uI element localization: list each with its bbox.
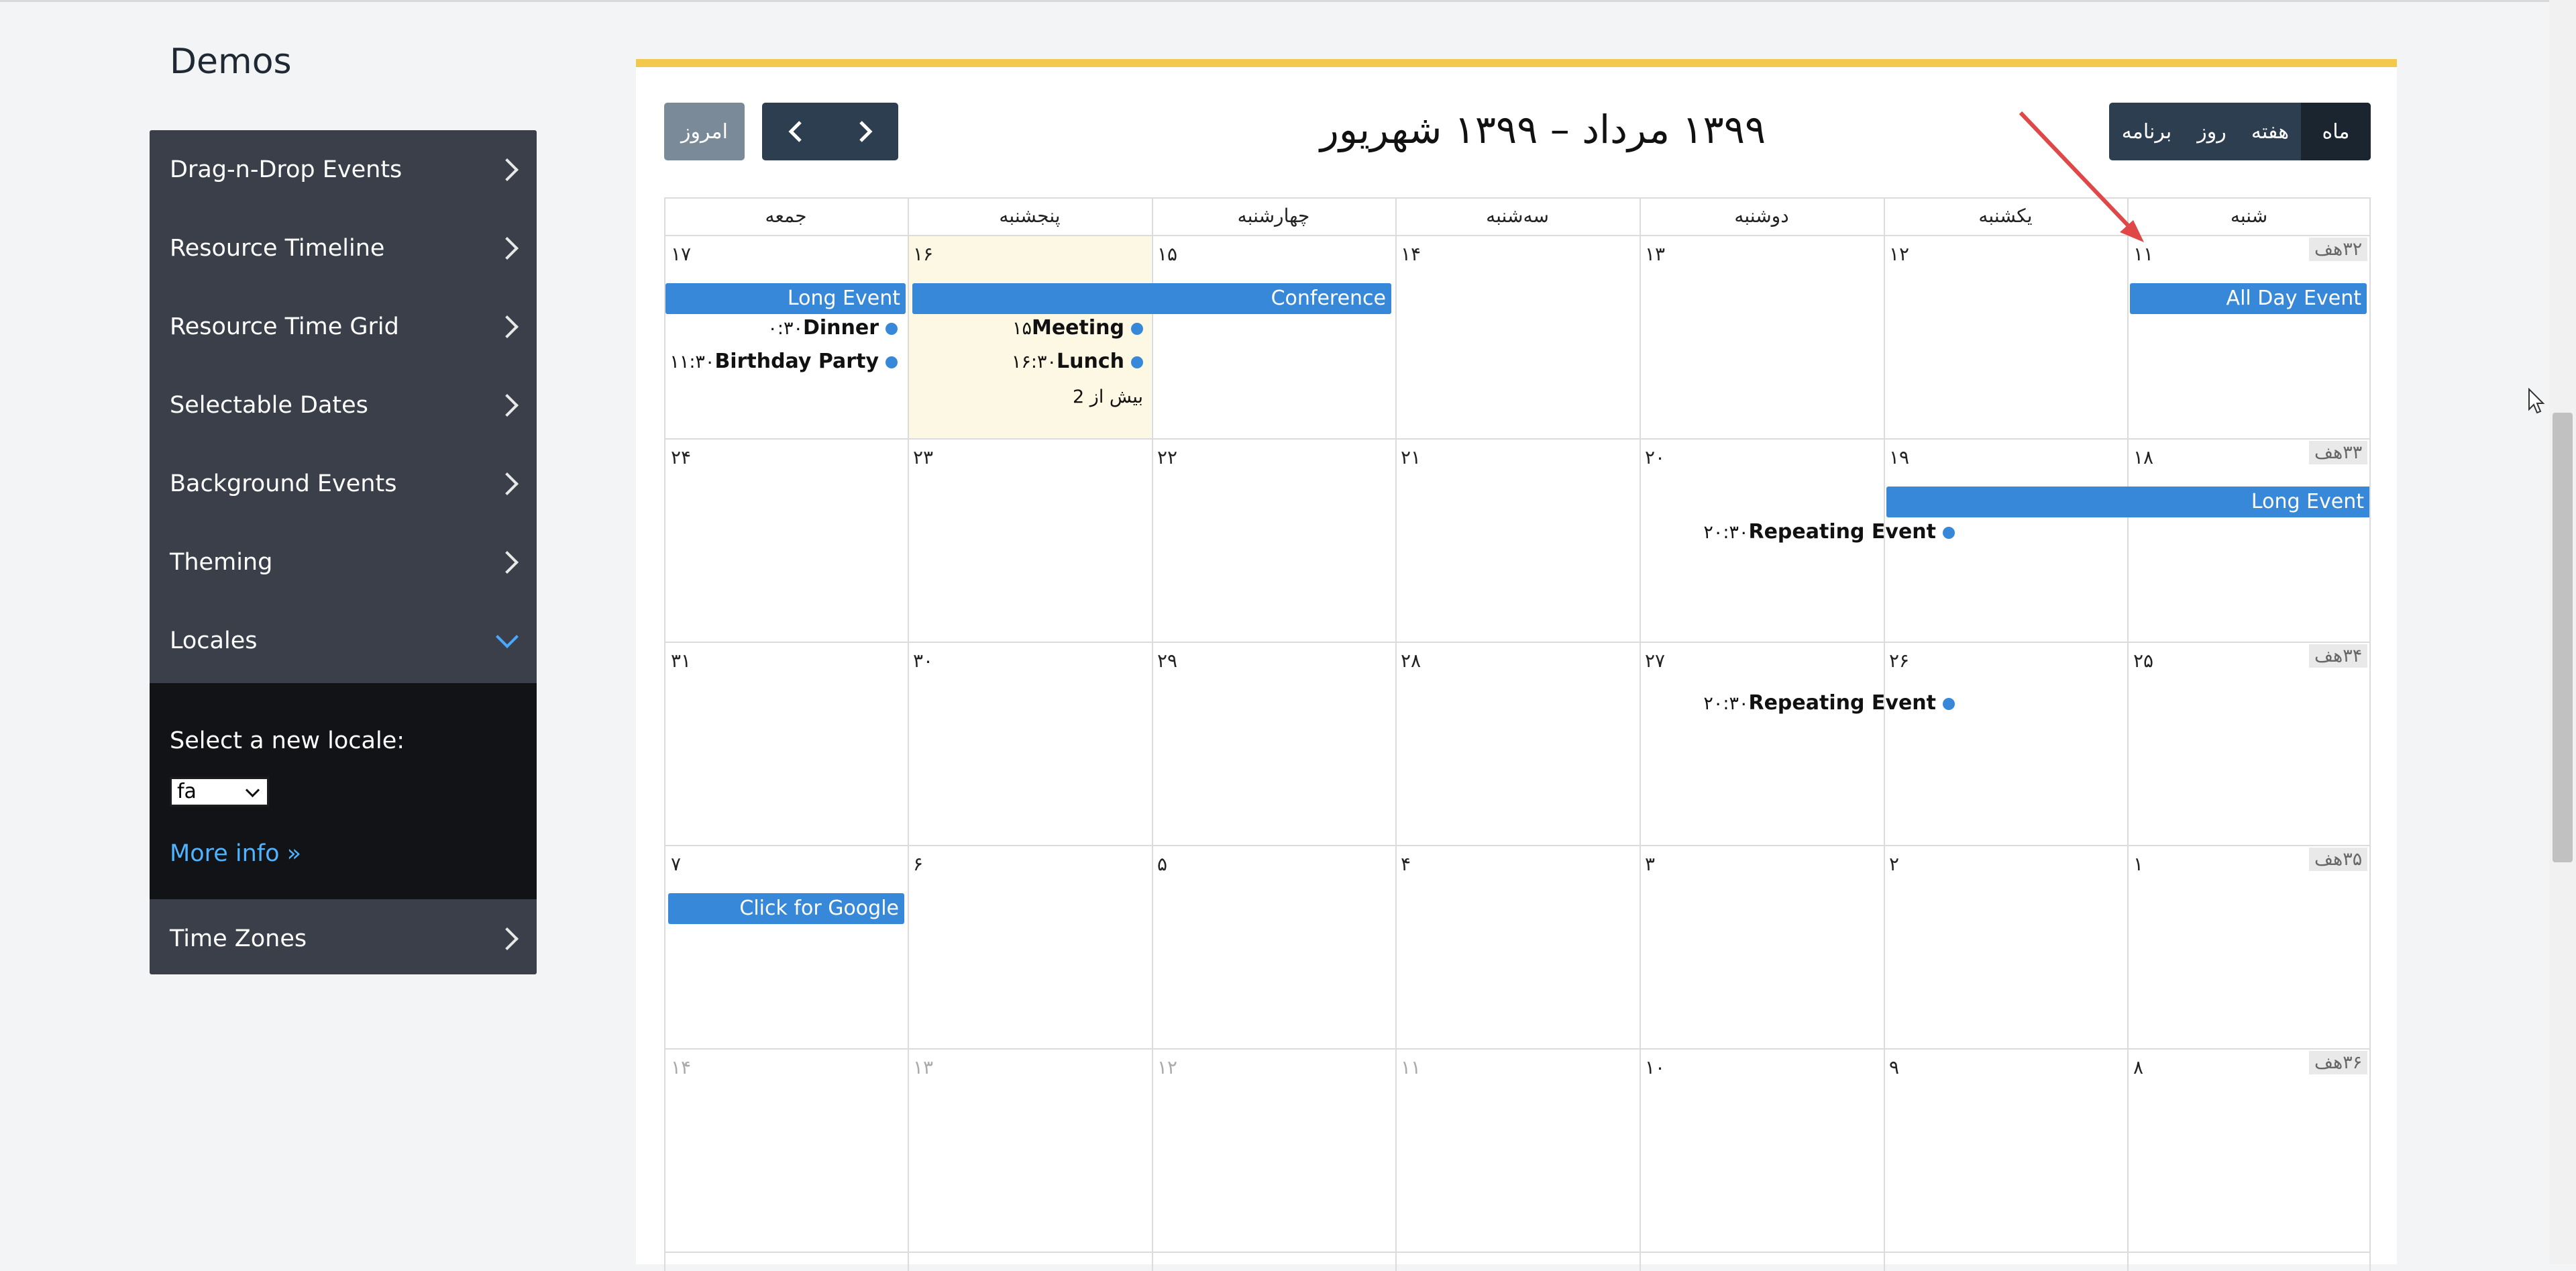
annotation-arrow-icon — [2019, 111, 2144, 242]
mouse-cursor-icon — [2528, 388, 2545, 414]
page-scrollbar[interactable] — [2549, 0, 2576, 1264]
scrollbar-thumb[interactable] — [2553, 413, 2573, 862]
